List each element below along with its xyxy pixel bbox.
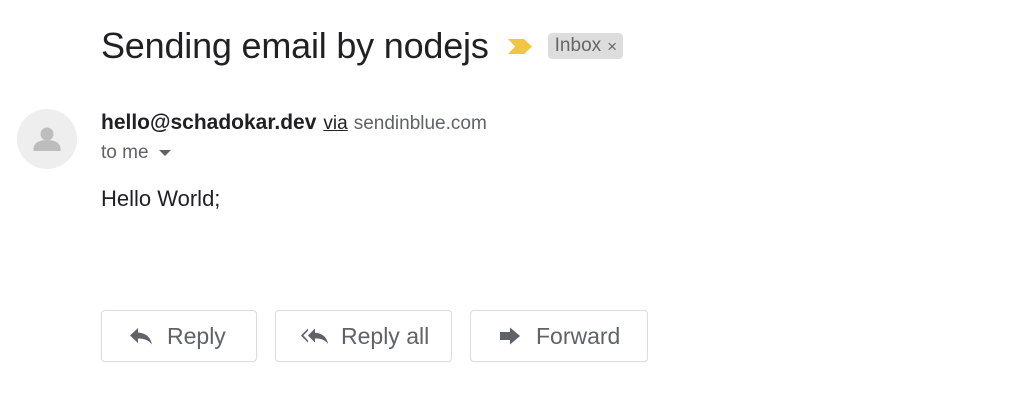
via-domain: sendinblue.com xyxy=(353,113,487,134)
sender-row: hello@schadokar.dev via sendinblue.com xyxy=(101,111,487,135)
person-avatar-icon xyxy=(33,127,61,151)
reply-all-button-label: Reply all xyxy=(341,322,430,349)
recipient-details-toggle[interactable]: to me xyxy=(101,142,171,164)
message-body: Hello World; xyxy=(101,186,221,211)
importance-marker-icon[interactable] xyxy=(507,37,533,55)
subject-row: Sending email by nodejs Inbox × xyxy=(101,22,624,70)
forward-button-label: Forward xyxy=(536,322,621,349)
email-subject: Sending email by nodejs xyxy=(101,25,489,66)
caret-down-icon[interactable] xyxy=(158,150,171,156)
label-chip-inbox: Inbox × xyxy=(547,33,624,59)
recipient-text: to me xyxy=(101,142,149,163)
sender-avatar[interactable] xyxy=(17,109,77,169)
reply-button-label: Reply xyxy=(167,322,226,349)
reply-all-arrow-icon xyxy=(300,324,330,348)
remove-label-icon[interactable]: × xyxy=(607,38,617,55)
reply-arrow-icon xyxy=(126,324,156,348)
forward-button[interactable]: Forward xyxy=(470,310,648,362)
via-link[interactable]: via xyxy=(323,113,347,135)
forward-arrow-icon xyxy=(495,324,525,348)
sender-email[interactable]: hello@schadokar.dev xyxy=(101,111,316,135)
label-chip-text: Inbox xyxy=(554,35,602,56)
reply-all-button[interactable]: Reply all xyxy=(275,310,452,362)
reply-button[interactable]: Reply xyxy=(101,310,257,362)
message-actions: Reply Reply all Forward xyxy=(101,310,666,362)
